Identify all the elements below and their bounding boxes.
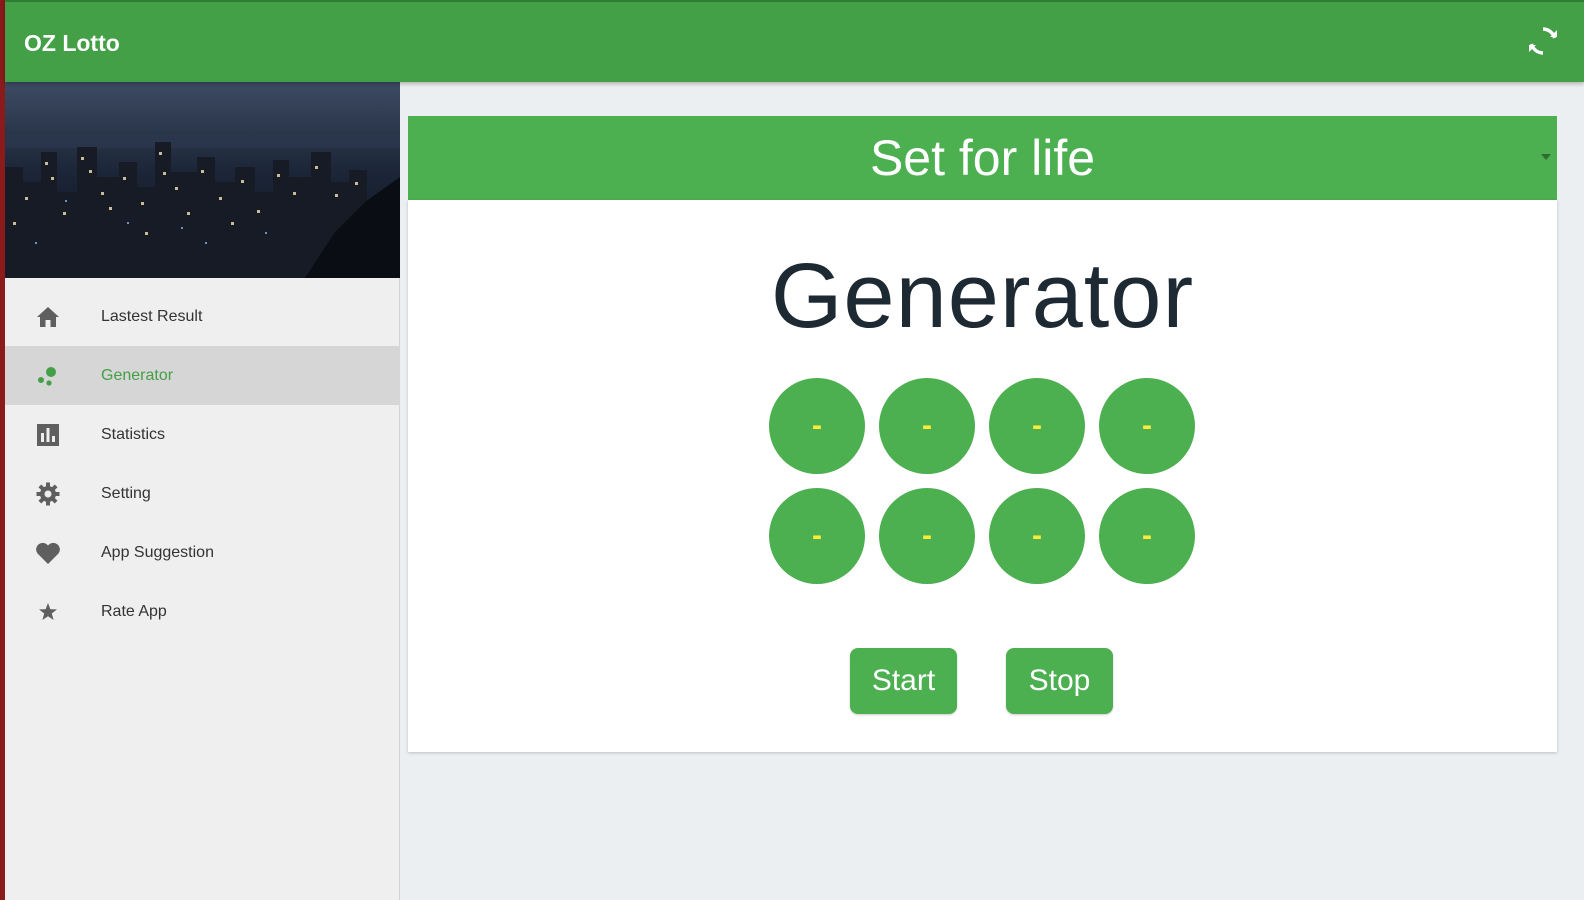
- star-icon: [35, 599, 61, 625]
- nav-item-generator[interactable]: Generator: [5, 346, 400, 405]
- nav-item-latest-result[interactable]: Lastest Result: [5, 287, 400, 346]
- start-button[interactable]: Start: [850, 648, 957, 714]
- start-button-label: Start: [871, 664, 936, 697]
- nav-item-app-suggestion[interactable]: App Suggestion: [5, 523, 400, 582]
- ball-number: -: [1032, 519, 1042, 552]
- number-ball: -: [769, 378, 865, 474]
- header-image: [5, 82, 400, 278]
- app-title: OZ Lotto: [24, 30, 120, 56]
- gear-icon: [35, 481, 61, 507]
- game-type-selected: Set for life: [869, 130, 1096, 186]
- ball-number: -: [1142, 519, 1152, 552]
- nav-drawer: Lastest Result Generator Statistics Sett…: [5, 82, 400, 900]
- number-ball: -: [1099, 378, 1195, 474]
- stop-button[interactable]: Stop: [1006, 648, 1113, 714]
- game-type-dropdown[interactable]: Set for life: [408, 116, 1557, 200]
- nav-item-label: App Suggestion: [101, 543, 214, 561]
- ball-number: -: [812, 519, 822, 552]
- number-ball: -: [879, 488, 975, 584]
- number-ball: -: [989, 488, 1085, 584]
- nav-item-setting[interactable]: Setting: [5, 464, 400, 523]
- stop-button-label: Stop: [1028, 664, 1091, 697]
- number-ball: -: [769, 488, 865, 584]
- home-icon: [35, 304, 61, 330]
- number-balls: - - - - - - - -: [769, 378, 1199, 584]
- ball-number: -: [922, 409, 932, 442]
- refresh-button[interactable]: [1524, 24, 1562, 62]
- bar-chart-icon: [35, 422, 61, 448]
- dots-icon: [35, 363, 61, 389]
- chevron-down-icon: [1541, 154, 1551, 160]
- number-ball: -: [1099, 488, 1195, 584]
- number-ball: -: [989, 378, 1085, 474]
- heart-icon: [35, 540, 61, 566]
- nav-item-label: Lastest Result: [101, 307, 203, 325]
- number-ball: -: [879, 378, 975, 474]
- page-title: Generator: [770, 245, 1195, 347]
- generator-card: Generator - - - - - - - - Start Stop: [408, 200, 1557, 752]
- app-bar: OZ Lotto: [5, 0, 1584, 82]
- ball-number: -: [1142, 409, 1152, 442]
- app-window: OZ Lotto Lastest Result Generator Statis…: [5, 0, 1584, 900]
- nav-item-label: Setting: [101, 484, 151, 502]
- nav-menu: Lastest Result Generator Statistics Sett…: [5, 287, 400, 641]
- ball-number: -: [1032, 409, 1042, 442]
- ball-number: -: [812, 409, 822, 442]
- ball-number: -: [922, 519, 932, 552]
- nav-item-label: Rate App: [101, 602, 167, 620]
- main-content: Set for life Generator - - - - - - - - S…: [401, 82, 1584, 900]
- refresh-icon: [1526, 24, 1560, 63]
- nav-item-label: Statistics: [101, 425, 166, 443]
- nav-item-statistics[interactable]: Statistics: [5, 405, 400, 464]
- nav-item-label: Generator: [101, 366, 174, 384]
- nav-item-rate-app[interactable]: Rate App: [5, 582, 400, 641]
